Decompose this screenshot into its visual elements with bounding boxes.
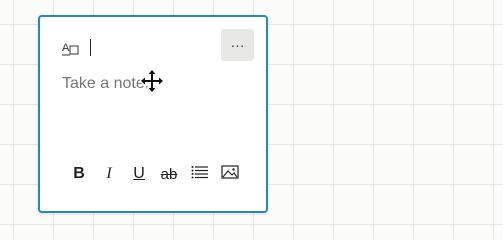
underline-button[interactable]: U (128, 164, 150, 184)
formatting-toolbar: B I U ab (64, 164, 246, 184)
insert-image-button[interactable] (219, 164, 241, 184)
note-text-input[interactable]: Take a note... (62, 74, 252, 98)
strikethrough-button[interactable]: ab (158, 164, 180, 184)
more-options-button[interactable]: ··· (221, 29, 254, 61)
image-icon (221, 164, 239, 184)
bulleted-list-button[interactable] (189, 164, 211, 184)
note-header-bar: A ··· (40, 17, 266, 75)
bulleted-list-icon (191, 165, 209, 184)
bold-button[interactable]: B (68, 164, 90, 184)
text-cursor (90, 39, 91, 56)
sticky-note-card[interactable]: A ··· Take a note... B I U ab (38, 15, 268, 213)
italic-button[interactable]: I (98, 164, 120, 184)
text-format-icon[interactable]: A (62, 40, 80, 56)
svg-text:A: A (62, 42, 70, 54)
